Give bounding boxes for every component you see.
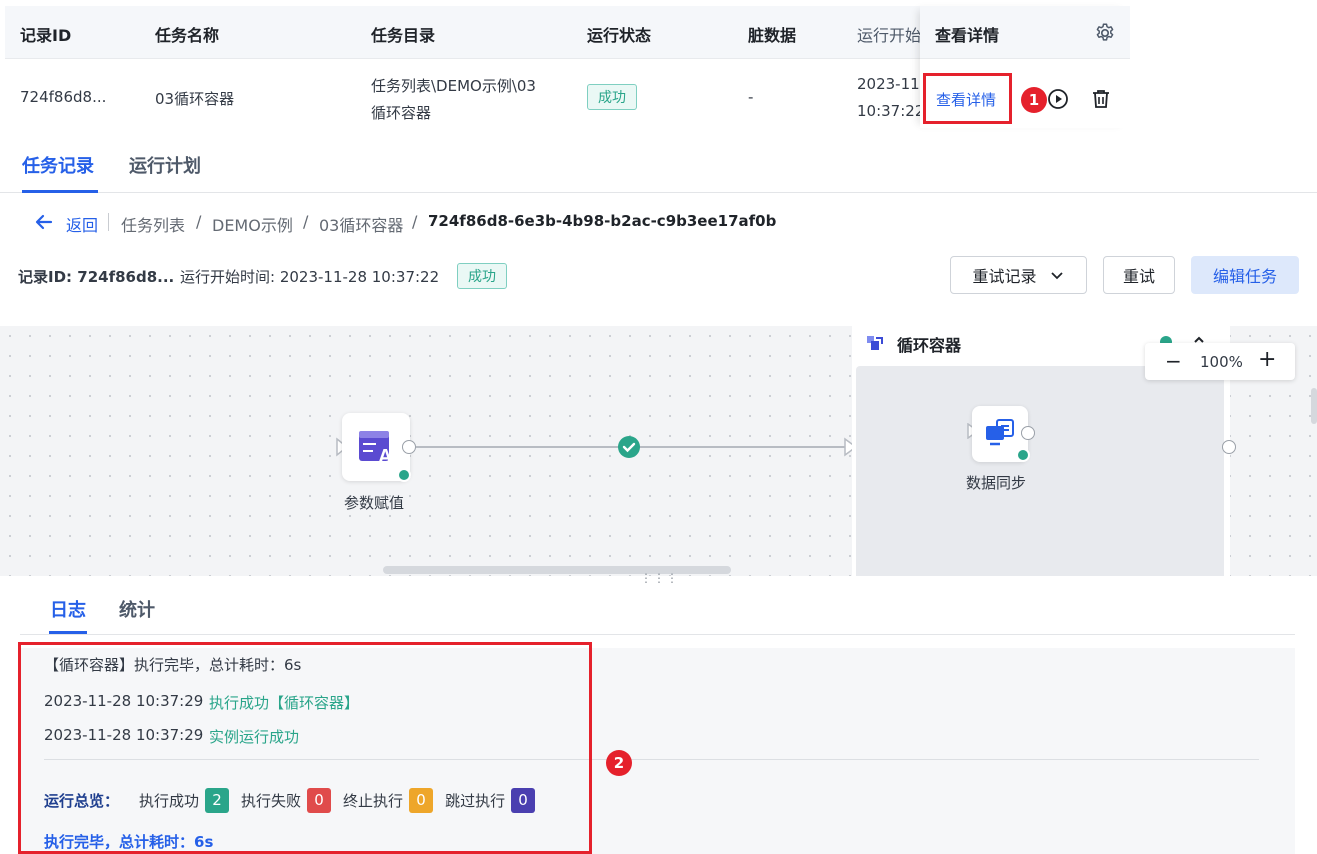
edge-line: [336, 437, 858, 457]
run-play-icon[interactable]: [1047, 88, 1069, 114]
retry-records-dropdown[interactable]: 重试记录: [950, 256, 1087, 294]
info-status-badge: 成功: [457, 263, 507, 289]
header-record-id: 记录ID: [20, 26, 72, 45]
cell-start-2: 10:37:22: [857, 102, 925, 120]
loop-container-icon: [864, 332, 886, 358]
container-output-port[interactable]: [1222, 440, 1236, 454]
annotation-marker-2: 2: [606, 750, 632, 776]
zoom-level: 100%: [1200, 353, 1243, 371]
cell-start-1: 2023-11-: [857, 75, 926, 93]
edit-task-button[interactable]: 编辑任务: [1191, 256, 1299, 294]
cell-dirty: -: [748, 88, 754, 106]
zoom-out-button[interactable]: −: [1165, 349, 1182, 373]
zoom-in-button[interactable]: +: [1258, 347, 1276, 372]
tab-run-plan[interactable]: 运行计划: [129, 152, 201, 178]
tab-task-records[interactable]: 任务记录: [22, 152, 94, 178]
header-run-status: 运行状态: [587, 26, 652, 45]
vertical-scrollbar[interactable]: [1311, 388, 1317, 424]
tab-log[interactable]: 日志: [50, 596, 86, 622]
cell-record-id: 724f86d8...: [20, 88, 107, 106]
node2-label: 数据同步: [966, 474, 1027, 492]
data-sync-icon: [984, 418, 1016, 454]
node2-output-port[interactable]: [1021, 426, 1035, 440]
settings-gear-icon[interactable]: [1094, 22, 1116, 48]
resize-handle-icon[interactable]: ⋮⋮⋮: [640, 571, 679, 585]
node1-output-port[interactable]: [402, 440, 416, 454]
crumb-task-list[interactable]: 任务列表: [121, 212, 185, 236]
edge-success-check-icon: [618, 436, 640, 458]
record-tabs: 任务记录 运行计划: [0, 140, 1317, 193]
start-time-label: 运行开始时间: 2023-11-28 10:37:22: [180, 268, 440, 286]
crumb-demo[interactable]: DEMO示例: [212, 212, 293, 236]
back-arrow-icon[interactable]: [34, 212, 54, 236]
cell-task-dir-2: 循环容器: [371, 104, 432, 122]
retry-button[interactable]: 重试: [1103, 256, 1175, 294]
node1-label: 参数赋值: [344, 494, 405, 512]
chevron-down-icon: [1049, 267, 1065, 283]
crumb-current: 724f86d8-6e3b-4b98-b2ac-c9b3ee17af0b: [428, 212, 777, 230]
container-title: 循环容器: [897, 336, 962, 355]
annotation-box-2: [18, 642, 592, 854]
back-link[interactable]: 返回: [66, 212, 98, 236]
delete-trash-icon[interactable]: [1090, 88, 1112, 114]
breadcrumb-divider: [108, 213, 109, 231]
crumb-loop-container[interactable]: 03循环容器: [319, 212, 403, 236]
workflow-canvas[interactable]: A 参数赋值 循环容器 数据同步: [0, 326, 1317, 576]
active-tab-indicator: [22, 190, 98, 193]
record-id-label: 记录ID: 724f86d8...: [18, 268, 175, 286]
annotation-marker-1: 1: [1021, 87, 1047, 113]
tab-statistics[interactable]: 统计: [119, 596, 155, 622]
cell-task-dir-1: 任务列表\DEMO示例\03: [371, 77, 536, 95]
zoom-control: − 100% +: [1145, 343, 1295, 380]
container-body: 数据同步: [856, 366, 1224, 576]
svg-text:A: A: [378, 446, 392, 465]
header-task-name: 任务名称: [155, 26, 220, 45]
header-view-detail: 查看详情: [935, 26, 1000, 45]
node2-status-dot: [1016, 448, 1030, 462]
header-start-time: 运行开始: [857, 26, 922, 45]
log-tab-divider: [20, 634, 1295, 635]
header-dirty-data: 脏数据: [748, 26, 797, 45]
cell-task-name: 03循环容器: [155, 90, 235, 108]
cell-status-badge: 成功: [587, 84, 637, 110]
node1-status-dot: [397, 468, 411, 482]
header-task-dir: 任务目录: [371, 26, 436, 45]
annotation-box-1: [923, 73, 1012, 124]
param-assign-icon: A: [358, 429, 394, 469]
